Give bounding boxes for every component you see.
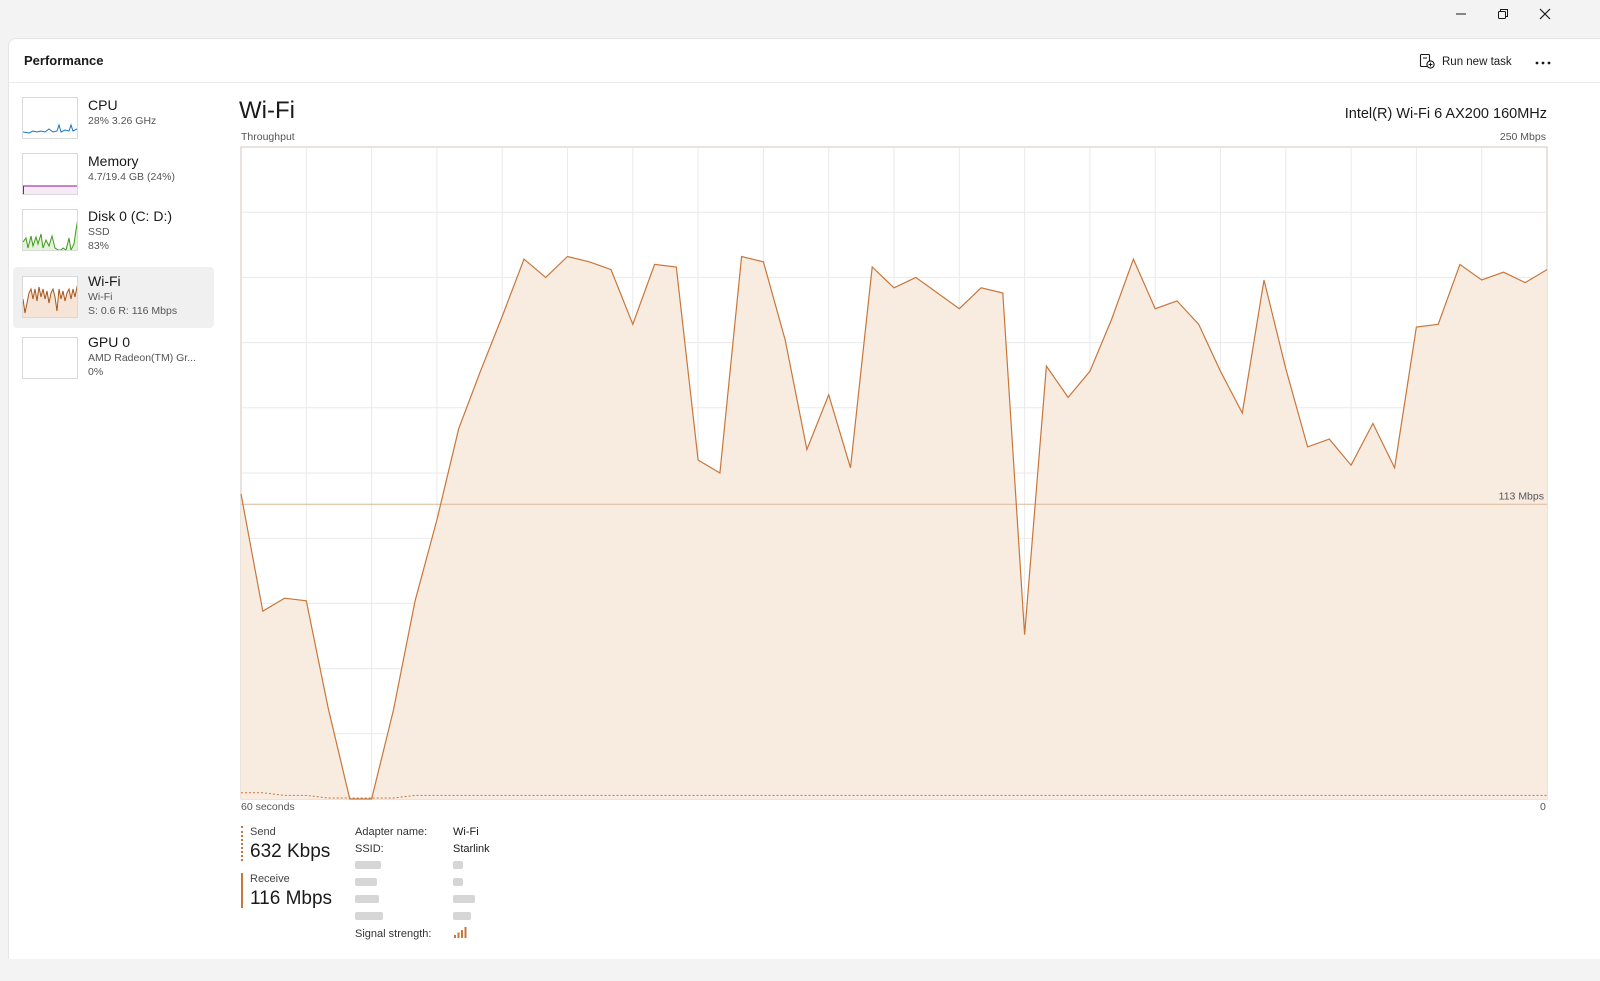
sidebar-item-detail: 4.7/19.4 GB (24%) bbox=[88, 171, 175, 183]
sidebar-item-detail: SSD bbox=[88, 226, 110, 238]
minimize-icon bbox=[1455, 8, 1467, 20]
adapter-name-label: Adapter name: bbox=[355, 825, 428, 838]
throughput-chart-svg: 113 Mbps bbox=[240, 146, 1548, 800]
performance-panel: Performance Run new task CPU 28% 3.26 GH… bbox=[8, 38, 1600, 959]
property-row: SSID: Starlink bbox=[355, 840, 490, 857]
redacted-row bbox=[355, 891, 490, 908]
sidebar-item-label: Wi-Fi bbox=[88, 273, 121, 289]
sidebar: CPU 28% 3.26 GHz Memory 4.7/19.4 GB (24%… bbox=[13, 93, 214, 384]
sidebar-item-detail: Wi-Fi bbox=[88, 291, 113, 303]
redacted-row bbox=[355, 874, 490, 891]
receive-label: Receive bbox=[250, 873, 290, 885]
sidebar-item-label: Memory bbox=[88, 153, 139, 169]
send-value: 632 Kbps bbox=[250, 841, 331, 862]
ssid-value: Starlink bbox=[453, 842, 490, 855]
restore-button[interactable] bbox=[1482, 0, 1524, 28]
run-new-task-button[interactable]: Run new task bbox=[1419, 51, 1512, 73]
signal-strength-label: Signal strength: bbox=[355, 927, 432, 940]
redacted-label bbox=[355, 911, 383, 920]
adapter-model: Intel(R) Wi-Fi 6 AX200 160MHz bbox=[1344, 106, 1547, 122]
sidebar-item-memory[interactable]: Memory 4.7/19.4 GB (24%) bbox=[13, 149, 214, 205]
run-task-icon bbox=[1419, 53, 1435, 72]
throughput-label: Throughput bbox=[241, 131, 295, 143]
disk-thumbnail bbox=[22, 209, 78, 251]
section-title: Wi-Fi bbox=[239, 97, 295, 124]
gpu-thumbnail bbox=[22, 337, 78, 379]
receive-value: 116 Mbps bbox=[250, 888, 333, 909]
sidebar-item-gpu[interactable]: GPU 0 AMD Radeon(TM) Gr... 0% bbox=[13, 328, 214, 384]
redacted-row bbox=[355, 857, 490, 874]
property-row: Signal strength: bbox=[355, 925, 490, 942]
send-label: Send bbox=[250, 826, 276, 838]
redacted-value bbox=[453, 911, 471, 920]
close-icon bbox=[1539, 8, 1551, 20]
sidebar-item-cpu[interactable]: CPU 28% 3.26 GHz bbox=[13, 93, 214, 149]
more-icon bbox=[1534, 52, 1552, 70]
redacted-value bbox=[453, 877, 463, 886]
redacted-value bbox=[453, 894, 475, 903]
zero-axis-label: 0 bbox=[1540, 801, 1546, 813]
max-scale-label: 250 Mbps bbox=[1499, 131, 1546, 143]
sidebar-item-label: GPU 0 bbox=[88, 334, 131, 350]
sidebar-item-detail: 28% 3.26 GHz bbox=[88, 115, 157, 127]
wifi-thumbnail bbox=[22, 276, 78, 318]
redacted-value bbox=[453, 860, 463, 869]
run-task-label: Run new task bbox=[1442, 56, 1512, 68]
restore-icon bbox=[1497, 8, 1509, 20]
page-title: Performance bbox=[24, 53, 104, 68]
sidebar-item-wifi[interactable]: Wi-Fi Wi-Fi S: 0.6 R: 116 Mbps bbox=[13, 267, 214, 328]
sidebar-item-disk[interactable]: Disk 0 (C: D:) SSD 83% bbox=[13, 205, 214, 267]
time-axis-label: 60 seconds bbox=[241, 801, 295, 813]
throughput-chart: 113 Mbps bbox=[240, 146, 1548, 800]
redacted-label bbox=[355, 860, 381, 869]
close-button[interactable] bbox=[1524, 0, 1566, 28]
receive-stat: Receive 116 Mbps bbox=[241, 873, 333, 909]
redacted-label bbox=[355, 877, 377, 886]
cpu-thumbnail bbox=[22, 97, 78, 139]
scale-reference-label: 113 Mbps bbox=[1499, 490, 1544, 502]
sidebar-item-label: Disk 0 (C: D:) bbox=[88, 208, 172, 224]
more-options-button[interactable] bbox=[1527, 49, 1559, 73]
property-row: Adapter name: Wi-Fi bbox=[355, 823, 490, 840]
sidebar-item-label: CPU bbox=[88, 97, 118, 113]
memory-thumbnail bbox=[22, 153, 78, 195]
sidebar-item-detail: 83% bbox=[88, 240, 110, 252]
adapter-name-value: Wi-Fi bbox=[453, 825, 479, 838]
panel-header: Performance Run new task bbox=[9, 39, 1600, 83]
title-bar bbox=[0, 0, 1600, 36]
redacted-label bbox=[355, 894, 379, 903]
sidebar-item-detail: AMD Radeon(TM) Gr... bbox=[88, 352, 196, 364]
ssid-label: SSID: bbox=[355, 842, 384, 855]
adapter-properties: Adapter name: Wi-Fi SSID: Starlink Signa… bbox=[355, 823, 490, 942]
sidebar-item-detail: 0% bbox=[88, 366, 104, 378]
sidebar-item-detail: S: 0.6 R: 116 Mbps bbox=[88, 305, 178, 317]
signal-strength-icon bbox=[453, 925, 469, 942]
minimize-button[interactable] bbox=[1440, 0, 1482, 28]
redacted-row bbox=[355, 908, 490, 925]
send-stat: Send 632 Kbps bbox=[241, 826, 331, 862]
